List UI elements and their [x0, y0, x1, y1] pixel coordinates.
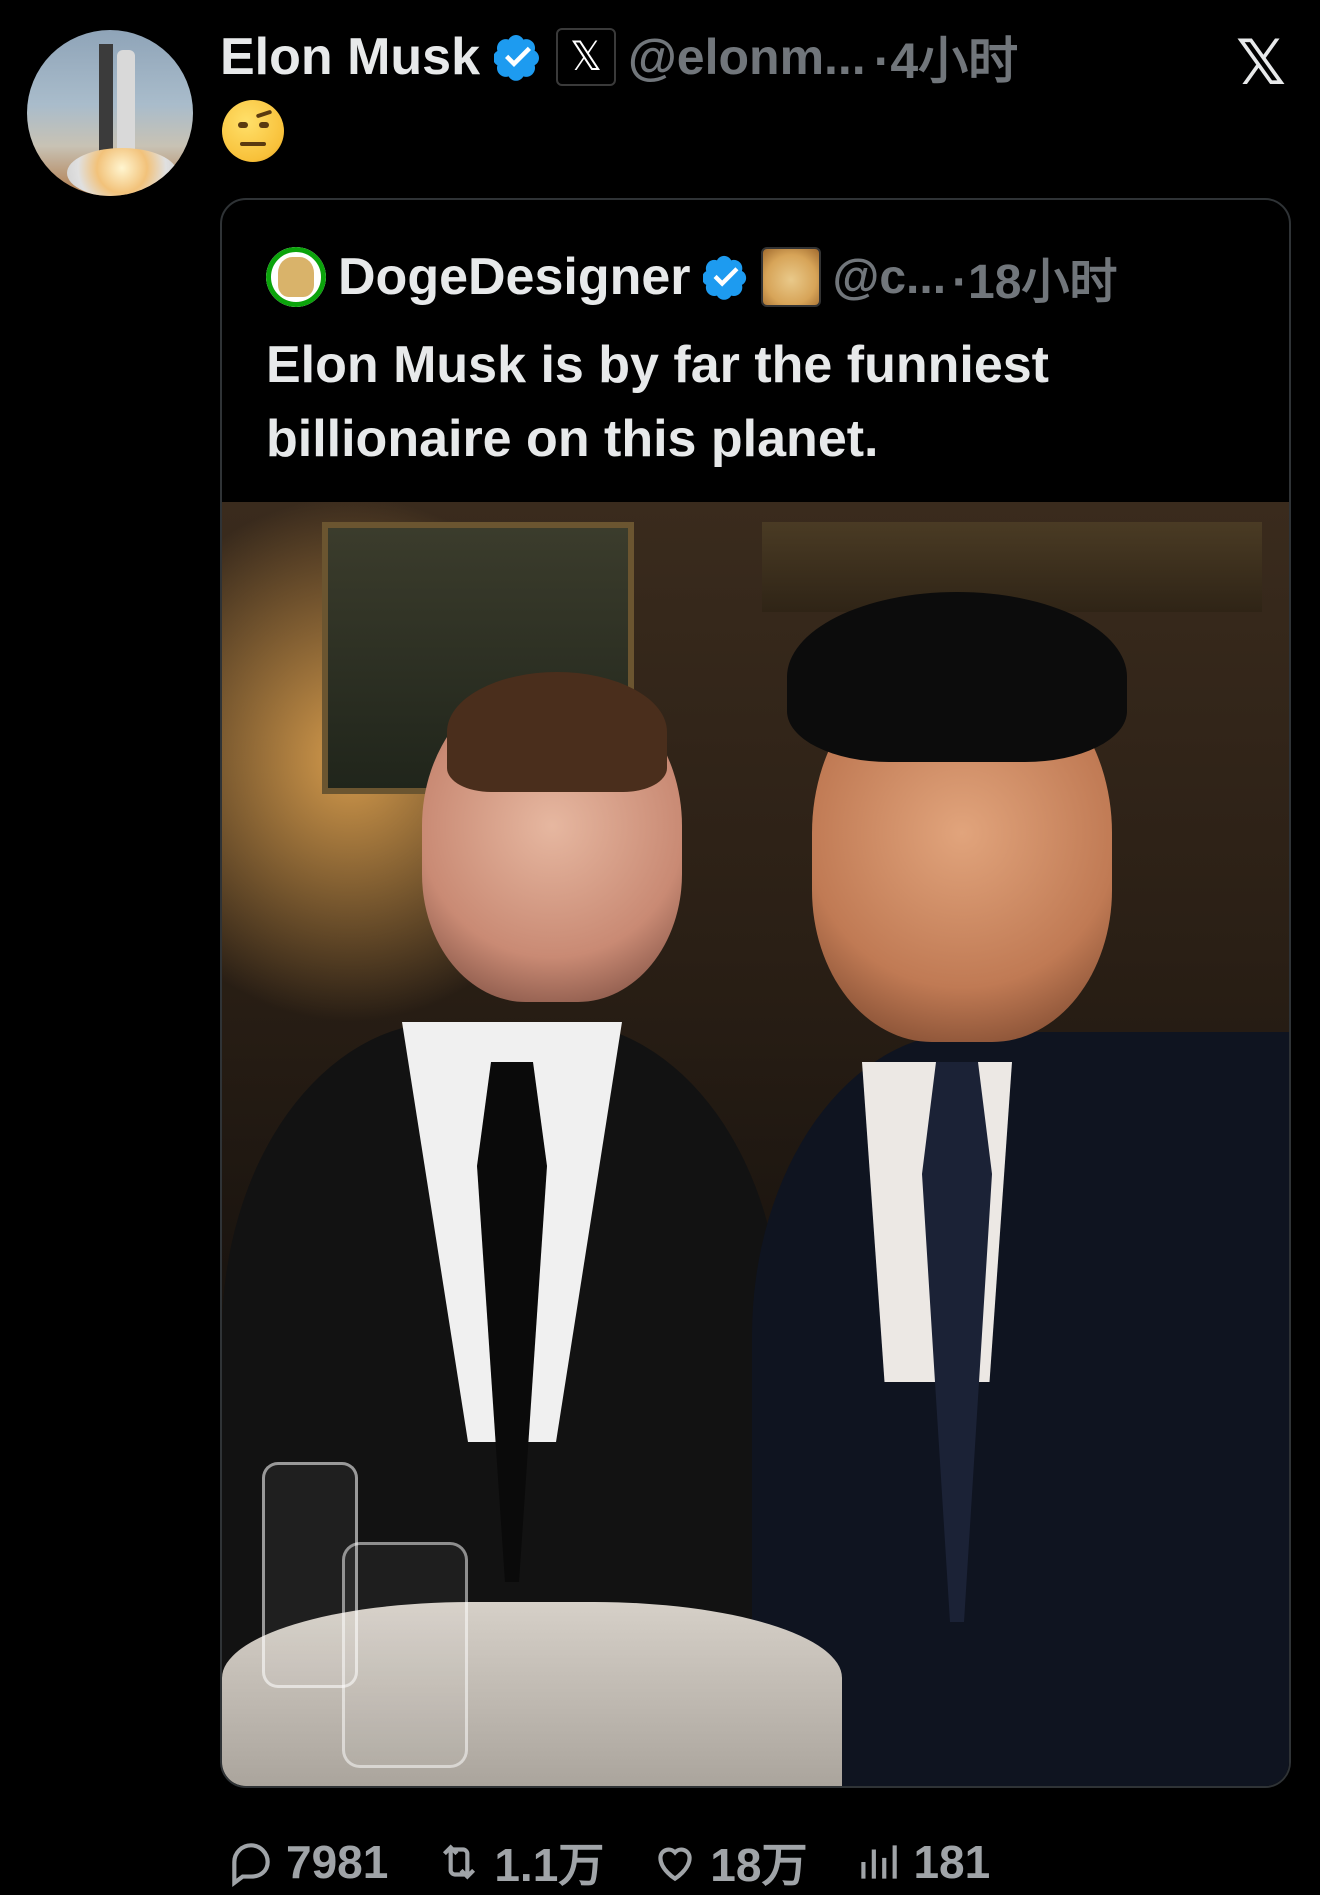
- tweet-header: Elon Musk 𝕏 @elonm... ·4小时: [220, 22, 1018, 92]
- quoted-author-name[interactable]: DogeDesigner: [338, 247, 691, 307]
- tweet-time[interactable]: ·4小时: [874, 21, 1018, 93]
- like-button[interactable]: 18万: [650, 1829, 807, 1895]
- quoted-author-avatar[interactable]: [266, 247, 326, 307]
- quoted-tweet-time[interactable]: ·18小时: [952, 242, 1117, 312]
- reply-icon: [232, 1843, 270, 1887]
- x-affiliate-badge-icon: 𝕏: [556, 28, 617, 86]
- doge-affiliate-badge-icon: [760, 247, 821, 307]
- view-count: 181: [913, 1836, 991, 1888]
- author-avatar[interactable]: [27, 30, 193, 196]
- x-logo-icon: 𝕏: [1236, 29, 1286, 98]
- quoted-text-line: billionaire on this planet.: [266, 410, 879, 468]
- quoted-author-handle[interactable]: @c...: [833, 250, 947, 305]
- author-handle[interactable]: @elonm...: [628, 28, 866, 86]
- avatar-launch-smoke: [67, 148, 177, 196]
- views-button[interactable]: 181: [853, 1835, 990, 1889]
- quoted-tweet-card[interactable]: DogeDesigner @c... ·18小时 Elon Musk is by…: [220, 198, 1291, 1788]
- verified-badge-icon: [702, 255, 746, 300]
- tweet-actions-bar: 7981 1.1万 18万 181: [226, 1834, 1036, 1891]
- verified-badge-icon: [494, 35, 540, 81]
- author-name[interactable]: Elon Musk: [220, 27, 480, 87]
- repost-icon: [443, 1844, 476, 1880]
- reply-count: 7981: [286, 1836, 389, 1888]
- heart-icon: [658, 1847, 692, 1882]
- quoted-tweet-header: DogeDesigner @c... ·18小时: [266, 244, 1117, 310]
- repost-button[interactable]: 1.1万: [434, 1829, 604, 1895]
- quoted-tweet-text: Elon Musk is by far the funniest billion…: [266, 328, 1226, 476]
- views-icon: [861, 1845, 898, 1879]
- quoted-text-line: Elon Musk is by far the funniest: [266, 336, 1049, 394]
- raised-eyebrow-emoji: 🤨: [222, 100, 284, 162]
- repost-count: 1.1万: [494, 1839, 605, 1891]
- avatar-rocket: [117, 50, 135, 160]
- reply-button[interactable]: 7981: [226, 1835, 388, 1889]
- quoted-tweet-photo[interactable]: [222, 502, 1289, 1786]
- avatar-launch-tower: [99, 44, 113, 164]
- like-count: 18万: [710, 1839, 808, 1891]
